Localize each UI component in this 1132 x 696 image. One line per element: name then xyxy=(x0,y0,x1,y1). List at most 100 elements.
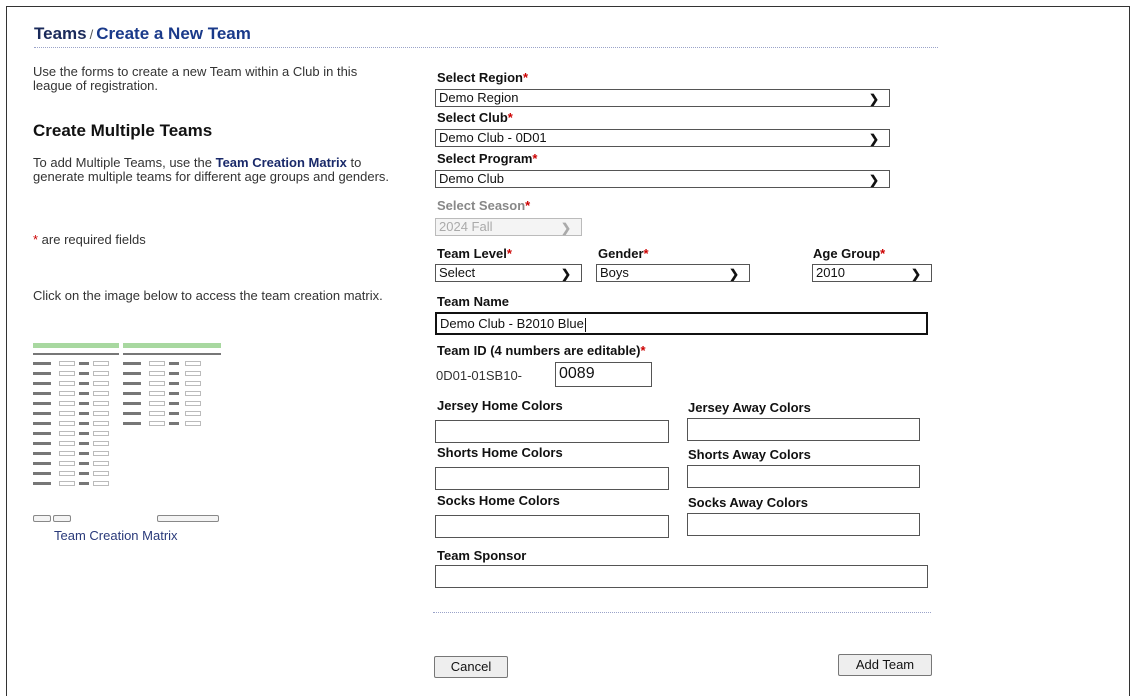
required-text: are required fields xyxy=(38,232,146,247)
thumb-cell xyxy=(59,401,75,406)
cancel-button[interactable]: Cancel xyxy=(434,656,508,678)
thumb-cell-text xyxy=(169,422,179,425)
thumb-row-label xyxy=(123,412,141,415)
thumb-cell xyxy=(149,411,165,416)
shorts-away-label: Shorts Away Colors xyxy=(688,447,811,462)
thumb-cell xyxy=(93,411,109,416)
thumb-cell xyxy=(59,411,75,416)
jersey-away-input[interactable] xyxy=(687,418,920,441)
thumb-cell xyxy=(93,391,109,396)
thumb-cell xyxy=(93,431,109,436)
club-value: Demo Club - 0D01 xyxy=(439,130,547,145)
thumb-cell-text xyxy=(79,422,89,425)
thumb-cell xyxy=(59,471,75,476)
thumb-cell-text xyxy=(169,402,179,405)
thumb-cell-text xyxy=(79,402,89,405)
thumb-row-label xyxy=(33,412,51,415)
club-select[interactable]: Demo Club - 0D01 ❯ xyxy=(435,129,890,147)
thumb-cell xyxy=(59,391,75,396)
thumb-cell xyxy=(185,411,201,416)
thumb-cell-text xyxy=(79,442,89,445)
matrix-caption[interactable]: Team Creation Matrix xyxy=(54,528,178,543)
thumb-row-label xyxy=(33,362,51,365)
team-level-select[interactable]: Select ❯ xyxy=(435,264,582,282)
thumb-row-label xyxy=(33,422,51,425)
breadcrumb-root[interactable]: Teams xyxy=(34,24,87,43)
thumb-cell-text xyxy=(79,432,89,435)
thumb-row-label xyxy=(33,382,51,385)
thumb-cell xyxy=(149,391,165,396)
thumb-header-bar xyxy=(33,343,119,348)
thumb-cell xyxy=(93,421,109,426)
thumb-header-bar xyxy=(123,343,221,348)
region-select[interactable]: Demo Region ❯ xyxy=(435,89,890,107)
multi-text-before: To add Multiple Teams, use the xyxy=(33,155,216,170)
season-label: Select Season* xyxy=(437,198,531,213)
shorts-away-input[interactable] xyxy=(687,465,920,488)
thumb-cell xyxy=(93,461,109,466)
socks-away-input[interactable] xyxy=(687,513,920,536)
thumb-header-text xyxy=(33,353,119,355)
age-group-select[interactable]: 2010 ❯ xyxy=(812,264,932,282)
thumb-cell xyxy=(149,361,165,366)
shorts-home-label: Shorts Home Colors xyxy=(437,445,563,460)
thumb-cell xyxy=(59,461,75,466)
gender-value: Boys xyxy=(600,265,629,280)
thumb-row-label xyxy=(33,402,51,405)
chevron-down-icon: ❯ xyxy=(560,221,571,235)
thumb-button xyxy=(33,515,51,522)
add-team-button[interactable]: Add Team xyxy=(838,654,932,676)
thumb-row-label xyxy=(33,372,51,375)
thumb-cell xyxy=(59,371,75,376)
shorts-home-input[interactable] xyxy=(435,467,669,490)
thumb-cell xyxy=(93,371,109,376)
socks-home-input[interactable] xyxy=(435,515,669,538)
thumb-cell-text xyxy=(79,472,89,475)
team-name-input[interactable]: Demo Club - B2010 Blue xyxy=(435,312,928,335)
program-select[interactable]: Demo Club ❯ xyxy=(435,170,890,188)
jersey-away-label: Jersey Away Colors xyxy=(688,400,811,415)
thumb-row-label xyxy=(33,432,51,435)
team-creation-matrix-link[interactable]: Team Creation Matrix xyxy=(216,155,347,170)
program-value: Demo Club xyxy=(439,171,505,186)
socks-home-label: Socks Home Colors xyxy=(437,493,560,508)
thumb-cell-text xyxy=(79,392,89,395)
thumb-cell xyxy=(149,381,165,386)
thumb-cell xyxy=(93,441,109,446)
thumb-row-label xyxy=(123,372,141,375)
jersey-home-input[interactable] xyxy=(435,420,669,443)
thumb-cell xyxy=(185,401,201,406)
matrix-instruction: Click on the image below to access the t… xyxy=(33,288,383,303)
thumb-row-label xyxy=(33,442,51,445)
region-value: Demo Region xyxy=(439,90,519,105)
form-divider xyxy=(433,612,931,613)
thumb-cell xyxy=(93,481,109,486)
thumb-cell xyxy=(93,361,109,366)
thumb-cell xyxy=(149,371,165,376)
thumb-row-label xyxy=(33,482,51,485)
thumb-cell xyxy=(185,371,201,376)
intro-text: Use the forms to create a new Team withi… xyxy=(33,64,358,93)
team-id-prefix: 0D01-01SB10- xyxy=(436,368,522,383)
thumb-cell xyxy=(59,481,75,486)
title-divider xyxy=(34,47,938,48)
team-id-input[interactable]: 0089 xyxy=(555,362,652,387)
team-name-value: Demo Club - B2010 Blue xyxy=(440,316,584,331)
required-note: * are required fields xyxy=(33,232,146,247)
thumb-row-label xyxy=(123,392,141,395)
gender-select[interactable]: Boys ❯ xyxy=(596,264,750,282)
thumb-cell-text xyxy=(79,372,89,375)
thumb-cell-text xyxy=(169,412,179,415)
thumb-cell xyxy=(185,421,201,426)
team-level-value: Select xyxy=(439,265,476,280)
multi-teams-text: To add Multiple Teams, use the Team Crea… xyxy=(33,156,393,184)
thumb-cell xyxy=(185,361,201,366)
sponsor-input[interactable] xyxy=(435,565,928,588)
thumb-cell-text xyxy=(79,382,89,385)
team-creation-matrix-thumbnail[interactable] xyxy=(33,343,223,525)
chevron-down-icon: ❯ xyxy=(868,132,879,146)
program-label: Select Program* xyxy=(437,151,538,166)
breadcrumb: Teams / Create a New Team xyxy=(34,24,251,44)
team-name-label: Team Name xyxy=(437,294,510,309)
thumb-cell xyxy=(185,381,201,386)
